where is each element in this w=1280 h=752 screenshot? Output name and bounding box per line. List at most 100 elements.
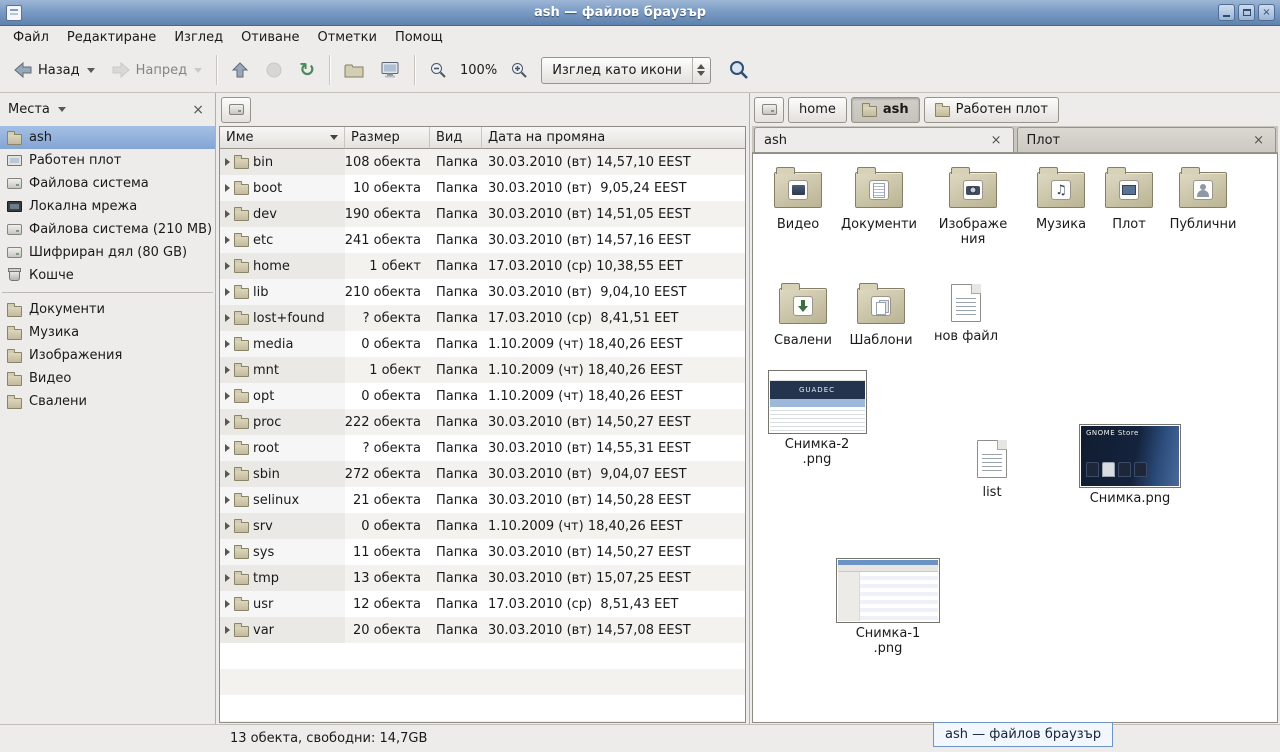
expander-icon[interactable] bbox=[225, 600, 230, 608]
menu-file[interactable]: Файл bbox=[4, 26, 58, 48]
table-row-lost+found[interactable]: lost+found ? обекта Папка 17.03.2010 (ср… bbox=[220, 305, 745, 331]
column-header-size[interactable]: Размер bbox=[345, 127, 430, 149]
window-menu-icon[interactable] bbox=[6, 5, 22, 21]
icon-view[interactable]: Видео Документи Изображения Музика Плот bbox=[752, 153, 1278, 723]
table-row-etc[interactable]: etc 241 обекта Папка 30.03.2010 (вт) 14,… bbox=[220, 227, 745, 253]
file-item-public[interactable]: Публични bbox=[1163, 164, 1243, 233]
expander-icon[interactable] bbox=[225, 210, 230, 218]
file-item-snimka-2[interactable]: GUADEC Снимка-2.png bbox=[765, 370, 869, 467]
menu-help[interactable]: Помощ bbox=[386, 26, 452, 48]
search-button[interactable] bbox=[721, 53, 757, 87]
view-mode-select[interactable]: Изглед като икони bbox=[541, 57, 711, 84]
path-button-desktop[interactable]: Работен плот bbox=[924, 97, 1059, 123]
expander-icon[interactable] bbox=[225, 548, 230, 556]
expander-icon[interactable] bbox=[225, 236, 230, 244]
column-header-type[interactable]: Вид bbox=[430, 127, 482, 149]
table-row-usr[interactable]: usr 12 обекта Папка 17.03.2010 (ср) 8,51… bbox=[220, 591, 745, 617]
minimize-button[interactable] bbox=[1218, 4, 1235, 21]
sidebar-item-Работен плот[interactable]: Работен плот bbox=[0, 149, 215, 172]
table-row-media[interactable]: media 0 обекта Папка 1.10.2009 (чт) 18,4… bbox=[220, 331, 745, 357]
table-row-var[interactable]: var 20 обекта Папка 30.03.2010 (вт) 14,5… bbox=[220, 617, 745, 643]
expander-icon[interactable] bbox=[225, 262, 230, 270]
table-row-dev[interactable]: dev 190 обекта Папка 30.03.2010 (вт) 14,… bbox=[220, 201, 745, 227]
expander-icon[interactable] bbox=[225, 340, 230, 348]
expander-icon[interactable] bbox=[225, 496, 230, 504]
file-item-snimka-1[interactable]: Снимка-1.png bbox=[829, 558, 947, 656]
file-item-video[interactable]: Видео bbox=[763, 164, 833, 233]
root-crumb-button[interactable] bbox=[754, 97, 784, 123]
sidebar-item-Шифриран дял (80 GB)[interactable]: Шифриран дял (80 GB) bbox=[0, 241, 215, 264]
zoom-out-button[interactable] bbox=[422, 55, 454, 85]
up-button[interactable] bbox=[224, 55, 256, 85]
table-row-proc[interactable]: proc 222 обекта Папка 30.03.2010 (вт) 14… bbox=[220, 409, 745, 435]
expander-icon[interactable] bbox=[225, 574, 230, 582]
expander-icon[interactable] bbox=[225, 366, 230, 374]
tab-plot[interactable]: Плот × bbox=[1017, 127, 1277, 152]
sidebar-title[interactable]: Места bbox=[8, 102, 50, 117]
table-row-home[interactable]: home 1 обект Папка 17.03.2010 (ср) 10,38… bbox=[220, 253, 745, 279]
reload-button[interactable]: ↻ bbox=[292, 55, 322, 86]
file-item-documents[interactable]: Документи bbox=[837, 164, 921, 233]
zoom-in-button[interactable] bbox=[503, 55, 535, 85]
tab-close-icon[interactable]: × bbox=[989, 134, 1004, 147]
menu-go[interactable]: Отиване bbox=[232, 26, 308, 48]
maximize-button[interactable] bbox=[1238, 4, 1255, 21]
menu-bookmarks[interactable]: Отметки bbox=[308, 26, 385, 48]
computer-button[interactable] bbox=[373, 55, 407, 85]
path-button-ash[interactable]: ash bbox=[851, 97, 920, 123]
sidebar-item-Музика[interactable]: Музика bbox=[0, 321, 215, 344]
sidebar-item-Файлова система[interactable]: Файлова система bbox=[0, 172, 215, 195]
close-button[interactable]: × bbox=[1258, 4, 1275, 21]
expander-icon[interactable] bbox=[225, 288, 230, 296]
table-row-boot[interactable]: boot 10 обекта Папка 30.03.2010 (вт) 9,0… bbox=[220, 175, 745, 201]
sidebar-mode-chevron-icon[interactable] bbox=[58, 107, 66, 112]
table-row-srv[interactable]: srv 0 обекта Папка 1.10.2009 (чт) 18,40,… bbox=[220, 513, 745, 539]
file-item-desktop[interactable]: Плот bbox=[1099, 164, 1159, 233]
file-item-downloads[interactable]: Свалени bbox=[765, 280, 841, 349]
expander-icon[interactable] bbox=[225, 314, 230, 322]
sidebar-item-Изображения[interactable]: Изображения bbox=[0, 344, 215, 367]
expander-icon[interactable] bbox=[225, 522, 230, 530]
sidebar-item-ash[interactable]: ash bbox=[0, 126, 215, 149]
expander-icon[interactable] bbox=[225, 444, 230, 452]
home-button[interactable] bbox=[337, 56, 371, 85]
back-button[interactable]: Назад bbox=[6, 55, 102, 85]
table-row-sbin[interactable]: sbin 272 обекта Папка 30.03.2010 (вт) 9,… bbox=[220, 461, 745, 487]
file-item-music[interactable]: Музика bbox=[1025, 164, 1097, 233]
sidebar-close-button[interactable]: × bbox=[189, 102, 207, 118]
menu-edit[interactable]: Редактиране bbox=[58, 26, 165, 48]
table-row-lib[interactable]: lib 210 обекта Папка 30.03.2010 (вт) 9,0… bbox=[220, 279, 745, 305]
stop-button[interactable] bbox=[258, 55, 290, 85]
path-button-home[interactable]: home bbox=[788, 97, 847, 123]
expander-icon[interactable] bbox=[225, 158, 230, 166]
file-item-pictures[interactable]: Изображения bbox=[929, 164, 1017, 247]
column-header-date[interactable]: Дата на промяна bbox=[482, 127, 745, 149]
table-row-mnt[interactable]: mnt 1 обект Папка 1.10.2009 (чт) 18,40,2… bbox=[220, 357, 745, 383]
tab-ash[interactable]: ash × bbox=[754, 127, 1014, 152]
table-row-sys[interactable]: sys 11 обекта Папка 30.03.2010 (вт) 14,5… bbox=[220, 539, 745, 565]
sidebar-item-Файлова система (210 MB)[interactable]: Файлова система (210 MB) bbox=[0, 218, 215, 241]
expander-icon[interactable] bbox=[225, 418, 230, 426]
sidebar-item-Локална мрежа[interactable]: Локална мрежа bbox=[0, 195, 215, 218]
root-crumb-button[interactable] bbox=[221, 97, 251, 123]
table-row-selinux[interactable]: selinux 21 обекта Папка 30.03.2010 (вт) … bbox=[220, 487, 745, 513]
table-row-bin[interactable]: bin 108 обекта Папка 30.03.2010 (вт) 14,… bbox=[220, 149, 745, 175]
expander-icon[interactable] bbox=[225, 470, 230, 478]
sidebar-item-Видео[interactable]: Видео bbox=[0, 367, 215, 390]
menu-view[interactable]: Изглед bbox=[165, 26, 232, 48]
expander-icon[interactable] bbox=[225, 626, 230, 634]
forward-button[interactable]: Напред bbox=[104, 55, 209, 85]
sidebar-item-Кошче[interactable]: Кошче bbox=[0, 264, 215, 287]
file-item-list[interactable]: list bbox=[957, 436, 1027, 501]
table-row-root[interactable]: root ? обекта Папка 30.03.2010 (вт) 14,5… bbox=[220, 435, 745, 461]
table-row-opt[interactable]: opt 0 обекта Папка 1.10.2009 (чт) 18,40,… bbox=[220, 383, 745, 409]
sidebar-item-Документи[interactable]: Документи bbox=[0, 298, 215, 321]
tab-close-icon[interactable]: × bbox=[1251, 134, 1266, 147]
sidebar-item-Свалени[interactable]: Свалени bbox=[0, 390, 215, 413]
expander-icon[interactable] bbox=[225, 184, 230, 192]
table-row-tmp[interactable]: tmp 13 обекта Папка 30.03.2010 (вт) 15,0… bbox=[220, 565, 745, 591]
expander-icon[interactable] bbox=[225, 392, 230, 400]
file-item-snimka[interactable]: GNOME Store Снимка.png bbox=[1071, 424, 1189, 507]
file-item-templates[interactable]: Шаблони bbox=[843, 280, 919, 349]
file-item-new-file[interactable]: нов файл bbox=[929, 280, 1003, 345]
